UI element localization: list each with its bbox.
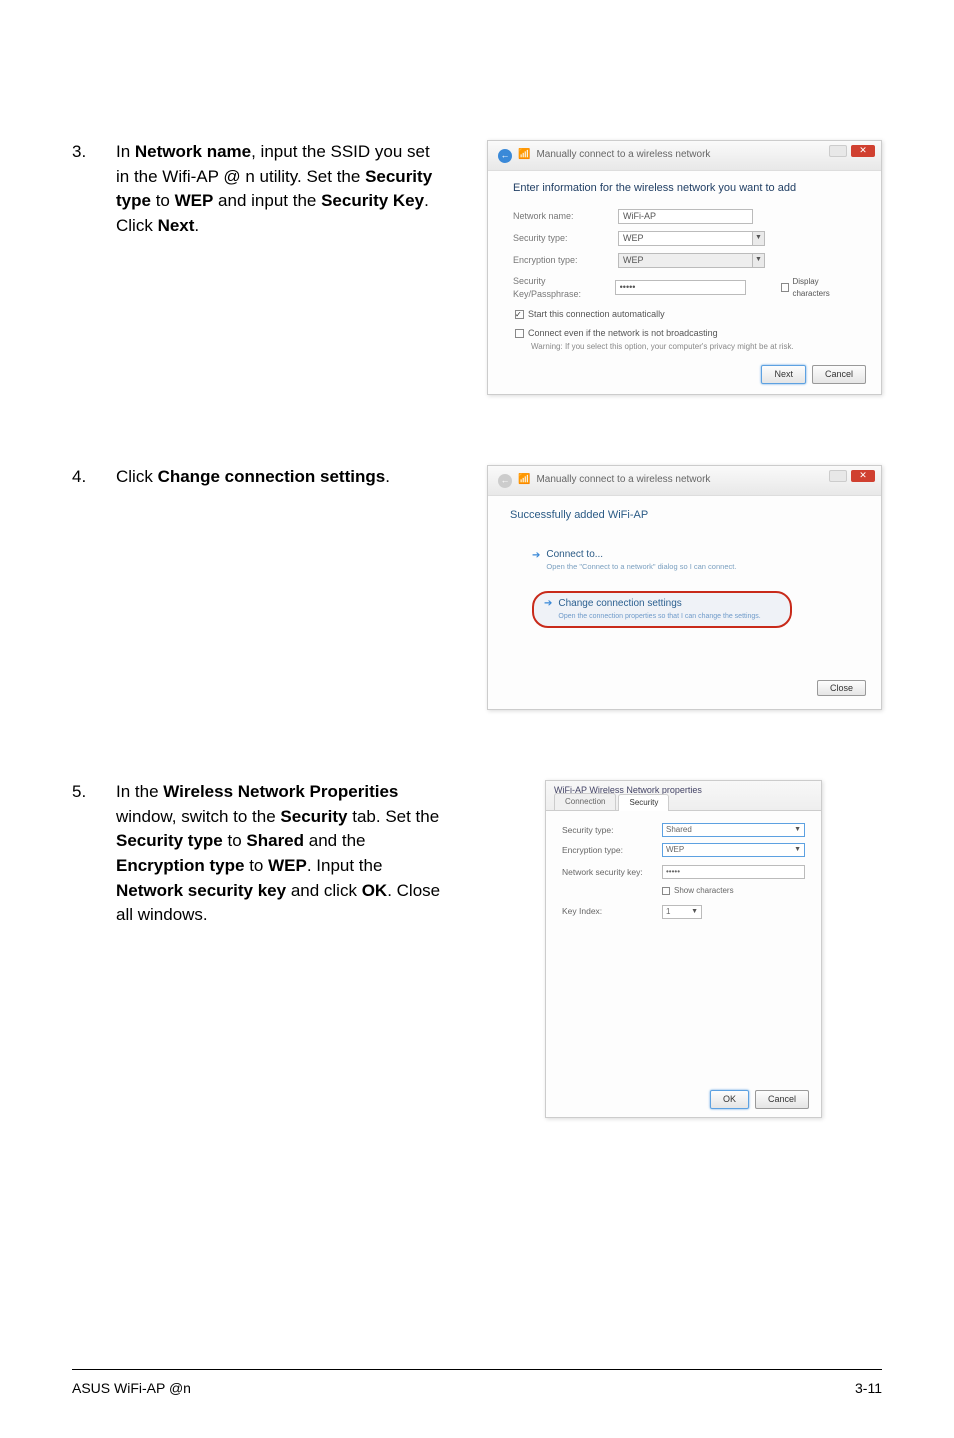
chevron-down-icon: ▼ [794,845,801,855]
close-icon[interactable]: ✕ [851,145,875,157]
close-button[interactable]: Close [817,680,866,696]
select-encryption-type[interactable]: WEP [618,253,753,268]
chevron-down-icon[interactable]: ▼ [753,253,765,268]
dialog-title: Successfully added WiFi-AP [510,508,859,524]
tab-security[interactable]: Security [618,794,669,811]
label-network-key: Network security key: [562,866,662,878]
label-display-chars: Display characters [792,276,856,299]
label-show-chars: Show characters [674,885,734,897]
chevron-down-icon[interactable]: ▼ [753,231,765,246]
cancel-button[interactable]: Cancel [812,365,866,384]
back-icon[interactable]: ← [498,149,512,163]
close-icon[interactable]: ✕ [851,470,875,482]
next-button[interactable]: Next [761,365,806,384]
step-text-3: In Network name, input the SSID you set … [116,140,442,239]
warning-text: Warning: If you select this option, your… [531,341,856,353]
dialog-successfully-added: ✕ ← 📶 Manually connect to a wireless net… [487,465,882,710]
chevron-down-icon: ▼ [691,907,698,917]
label-network-name: Network name: [513,210,618,223]
wifi-icon: 📶 [518,148,530,163]
checkbox-display-chars[interactable] [781,283,790,292]
select-security-type[interactable]: Shared▼ [662,823,805,837]
footer-left: ASUS WiFi-AP @n [72,1378,191,1398]
step-text-4: Click Change connection settings. [116,465,442,490]
step-number-5: 5. [72,780,96,928]
select-encryption-type[interactable]: WEP▼ [662,843,805,857]
chevron-down-icon: ▼ [794,825,801,835]
label-start-auto: Start this connection automatically [528,308,665,321]
label-encryption-type: Encryption type: [513,254,618,267]
label-connect-hidden: Connect even if the network is not broad… [528,327,718,340]
footer-right: 3-11 [855,1378,882,1398]
select-security-type[interactable]: WEP [618,231,753,246]
wifi-icon: 📶 [518,473,530,488]
link-change-settings[interactable]: ➔ Change connection settings Open the co… [532,591,792,628]
step-number-4: 4. [72,465,96,490]
label-key-index: Key Index: [562,905,662,917]
input-network-key[interactable]: ••••• [662,865,805,879]
step-text-5: In the Wireless Network Properities wind… [116,780,442,928]
arrow-icon: ➔ [544,597,552,612]
input-network-name[interactable]: WiFi-AP [618,209,753,224]
label-security-type: Security type: [513,232,618,245]
ok-button[interactable]: OK [710,1090,749,1109]
dialog-title: Enter information for the wireless netwo… [513,181,856,197]
link-connect-to[interactable]: ➔ Connect to... Open the "Connect to a n… [532,548,859,573]
dialog-properties: ✕ WiFi-AP Wireless Network properties Co… [545,780,822,1118]
checkbox-start-auto[interactable] [515,310,524,319]
arrow-icon: ➔ [532,549,540,564]
step-number-3: 3. [72,140,96,239]
label-encryption-type: Encryption type: [562,844,662,856]
dialog-manually-connect: ✕ ← 📶 Manually connect to a wireless net… [487,140,882,395]
breadcrumb: Manually connect to a wireless network [536,148,710,163]
label-security-type: Security type: [562,824,662,836]
checkbox-connect-hidden[interactable] [515,329,524,338]
label-security-key: Security Key/Passphrase: [513,275,615,301]
breadcrumb: Manually connect to a wireless network [536,473,710,488]
checkbox-show-chars[interactable] [662,887,670,895]
minimize-icon[interactable] [829,145,847,157]
back-icon: ← [498,474,512,488]
minimize-icon[interactable] [829,470,847,482]
cancel-button[interactable]: Cancel [755,1090,809,1109]
select-key-index[interactable]: 1▼ [662,905,702,919]
input-security-key[interactable]: ••••• [615,280,746,295]
